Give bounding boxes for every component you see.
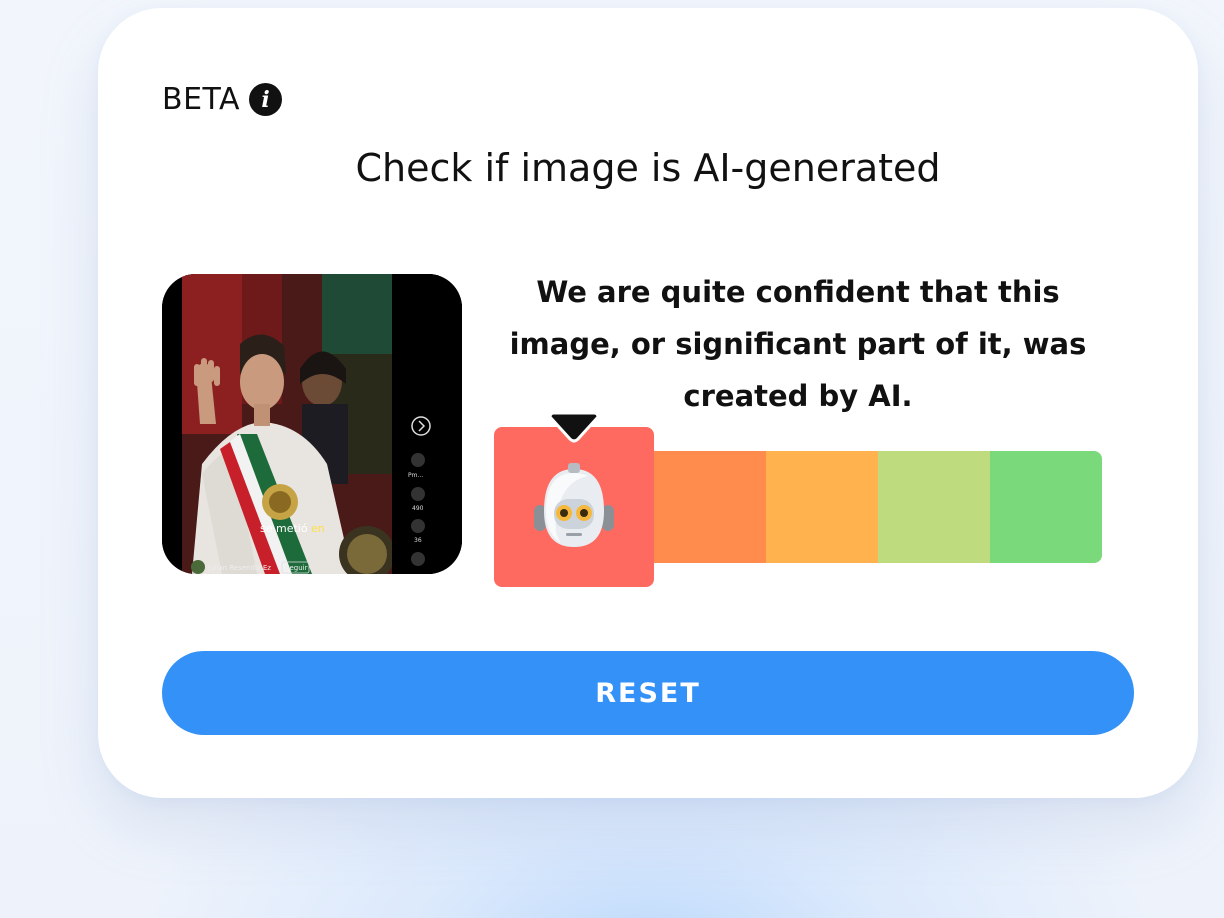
video-username: Julian Resendiz Ez — [207, 564, 271, 572]
beta-header: BETA i — [162, 82, 283, 117]
video-follow: Seguir — [285, 564, 308, 572]
scale-segment-selected — [494, 427, 654, 587]
video-caption: se metió en — [260, 522, 325, 535]
scale-segment-3 — [766, 451, 878, 563]
info-icon[interactable]: i — [249, 83, 283, 116]
side-count-2: 490 — [412, 505, 424, 512]
thumbnail-image: Pm... 490 36 se metió en Julian Resendiz… — [162, 274, 462, 574]
scale-segment-4 — [878, 451, 990, 563]
beta-badge: BETA — [162, 82, 241, 117]
scale-segment-5 — [990, 451, 1102, 563]
uploaded-image-thumbnail: Pm... 490 36 se metió en Julian Resendiz… — [162, 274, 462, 574]
verdict-message: We are quite confident that this image, … — [509, 275, 1087, 413]
scale-segment-2 — [644, 451, 766, 563]
reset-button[interactable]: RESET — [162, 651, 1134, 735]
side-count-3: 36 — [414, 537, 422, 544]
robot-icon — [534, 463, 614, 547]
side-count-1: Pm... — [408, 472, 423, 479]
detector-card: BETA i Check if image is AI-generated Pm… — [98, 8, 1198, 798]
confidence-scale — [494, 411, 1102, 591]
scale-pointer-icon — [548, 411, 600, 443]
page-title: Check if image is AI-generated — [355, 146, 941, 190]
